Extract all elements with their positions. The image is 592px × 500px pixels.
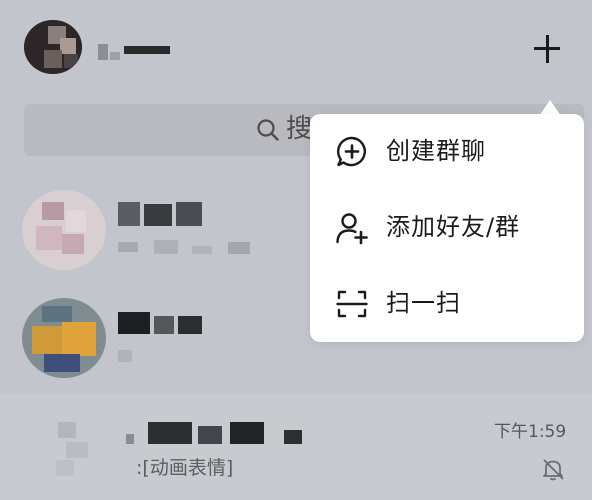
menu-item-create-group[interactable]: 创建群聊 [310,114,584,190]
chat-name-mosaic [118,312,208,336]
scan-icon [336,290,368,318]
bell-off-icon [543,459,564,481]
add-user-icon [336,213,368,245]
menu-item-add-friend[interactable]: 添加好友/群 [310,190,584,266]
chat-preview-mosaic [118,236,258,260]
chat-avatar [22,190,106,270]
chat-name-mosaic [118,202,208,232]
add-menu: 创建群聊 添加好友/群 扫一扫 [310,114,584,342]
menu-item-label: 添加好友/群 [386,213,521,241]
nickname-mosaic [98,40,178,62]
search-placeholder: 搜 [286,114,313,144]
menu-item-label: 扫一扫 [386,289,461,317]
my-avatar[interactable] [24,20,82,74]
chat-name-mosaic [118,422,308,448]
search-icon [257,119,279,141]
menu-item-label: 创建群聊 [386,137,486,165]
top-header [0,0,592,96]
chat-avatar [22,298,106,378]
chat-avatar [36,416,116,486]
chat-preview: :[动画表情] [136,457,234,479]
menu-item-scan[interactable]: 扫一扫 [310,266,584,342]
chat-preview-mosaic [118,350,138,364]
chat-plus-icon [336,136,366,167]
chat-time: 下午1:59 [494,422,567,442]
plus-button[interactable] [524,26,570,72]
